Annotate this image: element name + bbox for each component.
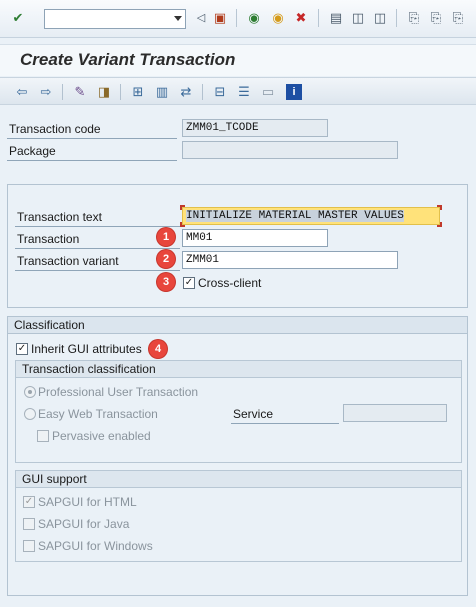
sapgui-html-checkbox[interactable]: ✓ — [23, 496, 35, 508]
back-icon[interactable]: ◁ — [193, 10, 209, 26]
transaction-variant-label: Transaction variant — [17, 254, 119, 268]
hierarchy-icon[interactable]: ⊞ — [130, 84, 146, 100]
display-change-icon[interactable]: ✎ — [72, 84, 88, 100]
required-marker — [437, 222, 442, 227]
find-icon[interactable]: ◫ — [350, 10, 366, 26]
callout-badge-1: 1 — [157, 228, 175, 246]
display-object-icon[interactable]: ▥ — [154, 84, 170, 100]
callout-badge-4: 4 — [149, 340, 167, 358]
service-field[interactable] — [343, 404, 447, 422]
inherit-gui-label: Inherit GUI attributes — [31, 342, 142, 356]
transaction-text-label: Transaction text — [17, 210, 102, 224]
label-underline — [15, 270, 180, 271]
package-field[interactable] — [182, 141, 398, 159]
window-icon[interactable]: ▭ — [260, 84, 276, 100]
required-marker — [180, 222, 185, 227]
easy-web-label: Easy Web Transaction — [38, 407, 158, 421]
forward-arrow-icon[interactable]: ⇨ — [38, 84, 54, 100]
chevron-down-icon[interactable] — [174, 16, 182, 21]
page-title: Create Variant Transaction — [20, 50, 236, 69]
callout-badge-2: 2 — [157, 250, 175, 268]
navigate-icon[interactable]: ⇄ — [178, 84, 194, 100]
transaction-text-field[interactable]: INITIALIZE MATERIAL MASTER VALUES — [182, 207, 440, 225]
transaction-text-value: INITIALIZE MATERIAL MASTER VALUES — [186, 210, 404, 222]
label-underline — [7, 138, 177, 139]
sapgui-java-checkbox[interactable] — [23, 518, 35, 530]
transaction-code-label: Transaction code — [9, 122, 101, 136]
sapgui-windows-checkbox[interactable] — [23, 540, 35, 552]
label-underline — [15, 226, 180, 227]
enter-icon[interactable]: ✔ — [10, 10, 26, 26]
transaction-code-field[interactable]: ZMM01_TCODE — [182, 119, 328, 137]
cancel-icon[interactable]: ✖ — [293, 10, 309, 26]
sapgui-windows-label: SAPGUI for Windows — [38, 539, 153, 553]
callout-badge-3: 3 — [157, 273, 175, 291]
label-underline — [7, 160, 177, 161]
toolbar-separator — [62, 84, 63, 100]
gui-support-header: GUI support — [16, 471, 461, 488]
sapgui-html-label: SAPGUI for HTML — [38, 495, 137, 509]
title-bar: Create Variant Transaction — [0, 44, 476, 76]
command-field[interactable] — [44, 9, 186, 29]
pervasive-enabled-label: Pervasive enabled — [52, 429, 151, 443]
print-icon[interactable]: ▤ — [328, 10, 344, 26]
exit-icon[interactable]: ◉ — [270, 10, 286, 26]
transaction-variant-field[interactable]: ZMM01 — [182, 251, 398, 269]
sapgui-java-label: SAPGUI for Java — [38, 517, 130, 531]
transaction-field[interactable]: MM01 — [182, 229, 328, 247]
cross-client-label: Cross-client — [198, 276, 262, 290]
content-area: Transaction code ZMM01_TCODE Package Tra… — [0, 106, 476, 607]
find-next-icon[interactable]: ◫ — [372, 10, 388, 26]
object-list-icon[interactable]: ⊟ — [212, 84, 228, 100]
toolbar-separator — [396, 9, 397, 27]
professional-user-radio[interactable] — [24, 386, 36, 398]
label-underline — [15, 248, 180, 249]
package-label: Package — [9, 144, 56, 158]
easy-web-radio[interactable] — [24, 408, 36, 420]
menu-icon[interactable]: ☰ — [236, 84, 252, 100]
green-back-icon[interactable]: ◉ — [246, 10, 262, 26]
required-marker — [180, 205, 185, 210]
classification-header: Classification — [8, 317, 467, 334]
professional-user-label: Professional User Transaction — [38, 385, 199, 399]
pervasive-enabled-checkbox[interactable] — [37, 430, 49, 442]
other-object-icon[interactable]: ◨ — [96, 84, 112, 100]
application-toolbar: ⇦ ⇨ ✎ ◨ ⊞ ▥ ⇄ ⊟ ☰ ▭ i — [0, 77, 476, 105]
prev-page-icon[interactable]: ⎘ — [428, 10, 444, 26]
system-toolbar: ✔ ◁ ▣ ◉ ◉ ✖ ▤ ◫ ◫ ⎘ ⎘ ⎘ — [0, 0, 476, 38]
save-icon[interactable]: ▣ — [212, 10, 228, 26]
inherit-gui-checkbox[interactable]: ✓ — [16, 343, 28, 355]
toolbar-separator — [318, 9, 319, 27]
toolbar-separator — [202, 84, 203, 100]
service-label: Service — [233, 407, 274, 421]
cross-client-checkbox[interactable]: ✓ — [183, 277, 195, 289]
back-arrow-icon[interactable]: ⇦ — [14, 84, 30, 100]
first-page-icon[interactable]: ⎘ — [406, 10, 422, 26]
toolbar-separator — [236, 9, 237, 27]
transaction-label: Transaction — [17, 232, 80, 246]
transaction-classification-header: Transaction classification — [16, 361, 461, 378]
label-underline — [231, 423, 339, 424]
toolbar-separator — [120, 84, 121, 100]
required-marker — [437, 205, 442, 210]
next-page-icon[interactable]: ⎘ — [450, 10, 466, 26]
info-icon[interactable]: i — [286, 84, 302, 100]
